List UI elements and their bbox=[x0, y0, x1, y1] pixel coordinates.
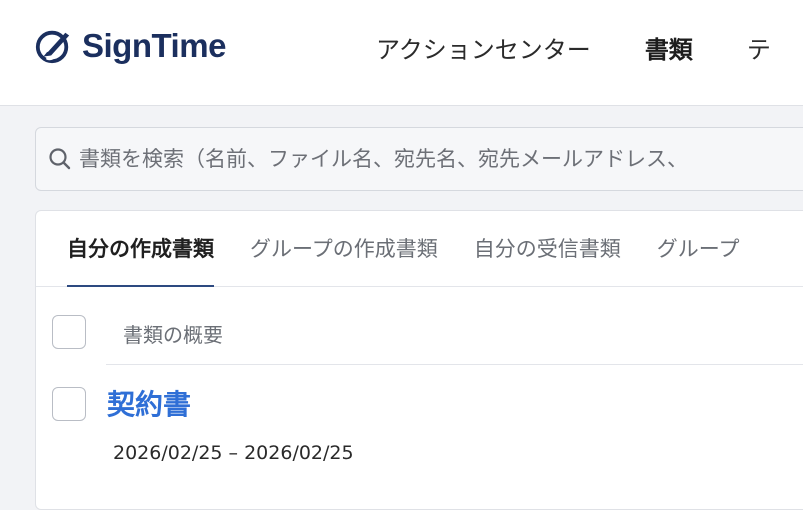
nav-item-documents[interactable]: 書類 bbox=[645, 30, 693, 65]
documents-panel: 自分の作成書類 グループの作成書類 自分の受信書類 グループ 書類の概要 契約書… bbox=[35, 210, 803, 510]
tab-my-received-documents[interactable]: 自分の受信書類 bbox=[474, 211, 621, 287]
document-tabs: 自分の作成書類 グループの作成書類 自分の受信書類 グループ bbox=[36, 211, 803, 287]
main-nav: アクションセンター 書類 テ bbox=[376, 30, 803, 64]
tab-my-created-documents[interactable]: 自分の作成書類 bbox=[67, 211, 214, 287]
table-header: 書類の概要 bbox=[106, 289, 803, 365]
signtime-logo-icon bbox=[35, 30, 70, 64]
select-all-checkbox[interactable] bbox=[52, 315, 86, 349]
document-title-link[interactable]: 契約書 bbox=[107, 383, 191, 423]
nav-item-templates[interactable]: テ bbox=[747, 30, 771, 65]
brand-name: SignTime bbox=[82, 27, 226, 64]
document-search-bar[interactable] bbox=[35, 127, 803, 191]
tab-group-received-documents[interactable]: グループ bbox=[657, 211, 740, 287]
top-header: SignTime アクションセンター 書類 テ bbox=[0, 0, 803, 106]
row-checkbox[interactable] bbox=[52, 387, 86, 421]
nav-item-action-center[interactable]: アクションセンター bbox=[376, 30, 591, 65]
tab-group-created-documents[interactable]: グループの作成書類 bbox=[250, 211, 438, 287]
column-header-summary: 書類の概要 bbox=[123, 323, 223, 347]
search-icon bbox=[49, 148, 71, 170]
brand-logo[interactable]: SignTime bbox=[34, 24, 226, 68]
search-input[interactable] bbox=[77, 146, 803, 172]
document-date-range: 2026/02/25 – 2026/02/25 bbox=[113, 442, 354, 464]
